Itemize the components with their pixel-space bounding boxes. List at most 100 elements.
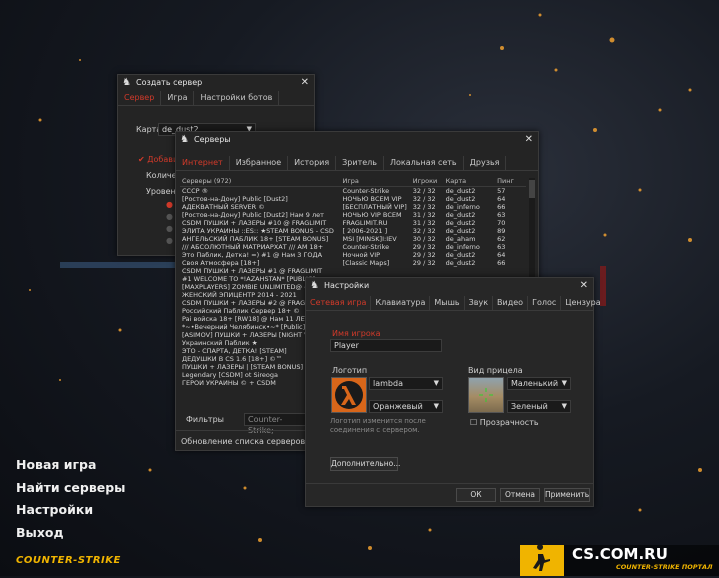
server-row[interactable]: [Ростов-на-Дону] Public [Dust2] НОЧЬЮ ВСЕ… (180, 195, 526, 203)
cs-logo-icon: ♞ (122, 77, 131, 88)
server-ping: 66 (497, 203, 506, 211)
tab-multiplayer[interactable]: Сетевая игра (306, 296, 372, 310)
server-row[interactable]: CSDM ПУШКИ + ЛАЗЕРЫ #10 @ FRAGLIMIT FRAGL… (180, 219, 526, 227)
col-players[interactable]: Игроки (410, 177, 444, 187)
tab-audio[interactable]: Звук (465, 296, 494, 310)
server-game (341, 267, 411, 275)
server-map: de_inferno (445, 203, 480, 211)
transparency-checkbox[interactable]: ☐ Прозрачность (470, 418, 539, 427)
tab-video[interactable]: Видео (493, 296, 529, 310)
server-name: Своя Атмосфера [18+] (182, 259, 260, 267)
tab-bot-settings[interactable]: Настройки ботов (194, 91, 280, 105)
server-name: CSDM ПУШКИ + ЛАЗЕРЫ #1 @ FRAGLIMIT (182, 267, 323, 275)
logo-note: Логотип изменится после соединения с сер… (330, 417, 426, 434)
server-players: 29 / 32 (412, 243, 436, 251)
server-name: ЭЛИТА УКРАИНЫ ::ES:: ★STEAM BONUS - CSD (182, 227, 334, 235)
tab-favorites[interactable]: Избранное (230, 156, 289, 170)
server-row[interactable]: /// АБСОЛЮТНЫЙ МАТРИАРХАТ /// AM 18+ Coun… (180, 243, 526, 251)
site-name: CS.COM.RU (572, 545, 668, 563)
crosshair-label: Вид прицела (468, 366, 523, 375)
level-radio-3[interactable]: ● (166, 224, 173, 233)
server-row[interactable]: Это Паблик, Детка! =) #1 @ Нам 3 ГОДА Ноч… (180, 251, 526, 259)
tab-game[interactable]: Игра (161, 91, 195, 105)
server-game: MSI [MINSK]I:IEV (342, 235, 397, 243)
server-name: [Ростов-на-Дону] Public [Dust2] Нам 9 ле… (182, 211, 324, 219)
menu-find-servers[interactable]: Найти серверы (16, 480, 126, 495)
level-radio-2[interactable]: ● (166, 212, 173, 221)
server-game: Counter-Strike (342, 187, 390, 195)
menu-settings[interactable]: Настройки (16, 502, 93, 517)
server-row[interactable]: [Ростов-на-Дону] Public [Dust2] Нам 9 ле… (180, 211, 526, 219)
apply-button[interactable]: Применить (544, 488, 590, 502)
crosshair-size-select[interactable]: Маленький ▼ (507, 377, 571, 390)
transparency-label: Прозрачность (479, 418, 539, 427)
server-row[interactable]: Своя Атмосфера [18+] [Classic Maps] 29 / 3… (180, 259, 526, 267)
server-map: de_inferno (445, 243, 480, 251)
server-row[interactable]: CCCP ® Counter-Strike 32 / 32 de_dust2 57 (180, 187, 526, 196)
server-name: /// АБСОЛЮТНЫЙ МАТРИАРХАТ /// AM 18+ (182, 243, 324, 251)
settings-tabs: Сетевая игра Клавиатура Мышь Звук Видео … (306, 296, 601, 311)
filters-value[interactable]: Counter-Strike; (244, 413, 308, 435)
server-map: de_dust2 (445, 211, 476, 219)
filters-label[interactable]: Фильтры (186, 415, 224, 424)
server-map: de_dust2 (445, 195, 476, 203)
server-map: de_dust2 (445, 227, 476, 235)
menu-new-game[interactable]: Новая игра (16, 457, 96, 472)
server-game: FRAGLIMIT.RU (342, 219, 388, 227)
col-ping[interactable]: Пинг (495, 177, 526, 187)
ok-button[interactable]: ОК (456, 488, 496, 502)
logo-color-select[interactable]: Оранжевый ▼ (369, 400, 443, 413)
create-server-titlebar[interactable]: ♞ Создать сервер ✕ (118, 75, 314, 91)
player-name-input[interactable]: Player (330, 339, 442, 352)
col-map[interactable]: Карта (443, 177, 496, 187)
server-ping: 62 (497, 235, 506, 243)
crosshair-size-value: Маленький (511, 379, 559, 388)
server-ping: 63 (497, 211, 506, 219)
menu-exit[interactable]: Выход (16, 525, 64, 540)
tab-mouse[interactable]: Мышь (430, 296, 465, 310)
tab-lan[interactable]: Локальная сеть (384, 156, 464, 170)
crosshair-color-select[interactable]: Зеленый ▼ (507, 400, 571, 413)
advanced-button[interactable]: Дополнительно... (330, 457, 400, 471)
tab-history[interactable]: История (288, 156, 337, 170)
server-row[interactable]: CSDM ПУШКИ + ЛАЗЕРЫ #1 @ FRAGLIMIT (180, 267, 526, 275)
server-game: НОЧЬЮ VIP ВСЕМ (342, 211, 402, 219)
tab-keyboard[interactable]: Клавиатура (371, 296, 431, 310)
server-ping: 63 (497, 243, 506, 251)
server-map (444, 267, 495, 275)
close-icon[interactable]: ✕ (580, 278, 588, 294)
tab-friends[interactable]: Друзья (464, 156, 507, 170)
tab-server[interactable]: Сервер (118, 91, 162, 105)
settings-titlebar[interactable]: ♞ Настройки ✕ (306, 278, 593, 294)
close-icon[interactable]: ✕ (525, 132, 533, 148)
server-row[interactable]: АНГЕЛЬСКИЙ ПАБЛИК 18+ [STEAM BONUS] MSI [… (180, 235, 526, 243)
chevron-down-icon: ▼ (561, 379, 567, 387)
server-name: CCCP ® (182, 187, 209, 195)
level-radio-4[interactable]: ● (166, 236, 173, 245)
tab-spectate[interactable]: Зритель (336, 156, 384, 170)
logo-label: Логотип (332, 366, 368, 375)
tab-censor[interactable]: Цензура (561, 296, 604, 310)
server-name: CSDM ПУШКИ + ЛАЗЕРЫ #10 @ FRAGLIMIT (182, 219, 327, 227)
col-servers[interactable]: Серверы (972) (180, 177, 341, 187)
logo-select[interactable]: lambda ▼ (369, 377, 443, 390)
cancel-button[interactable]: Отмена (500, 488, 540, 502)
col-game[interactable]: Игра (340, 177, 411, 187)
scrollbar-thumb[interactable] (529, 180, 535, 198)
servers-titlebar[interactable]: ♞ Серверы ✕ (176, 132, 538, 148)
close-icon[interactable]: ✕ (301, 75, 309, 91)
server-row[interactable]: ЭЛИТА УКРАИНЫ ::ES:: ★STEAM BONUS - CSD [… (180, 227, 526, 235)
tab-internet[interactable]: Интернет (176, 156, 230, 170)
server-row[interactable]: АДЕКВАТНЫЙ SERVER © [БЕСПЛАТНЫЙ VIP] 32 / … (180, 203, 526, 211)
chevron-down-icon: ▼ (433, 402, 439, 410)
server-map: de_dust2 (445, 251, 476, 259)
server-players (411, 267, 444, 275)
server-name: Это Паблик, Детка! =) #1 @ Нам 3 ГОДА (182, 251, 323, 259)
cs-logo-icon: ♞ (180, 134, 189, 145)
level-radio-1[interactable]: ● (166, 200, 173, 209)
server-list-status: Обновление списка серверов... (181, 437, 313, 446)
servers-tabs: Интернет Избранное История Зритель Локал… (176, 156, 538, 171)
server-game: [ 2006-2021 ] (342, 227, 388, 235)
tab-voice[interactable]: Голос (528, 296, 562, 310)
player-name-label: Имя игрока (332, 329, 381, 338)
